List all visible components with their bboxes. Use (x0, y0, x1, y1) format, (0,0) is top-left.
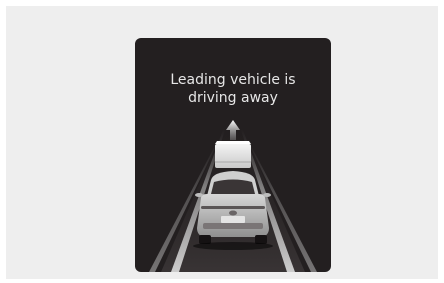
figure-frame: Leading vehicle is driving away (6, 6, 438, 279)
driving-scene (149, 120, 317, 272)
leading-vehicle-icon (215, 141, 251, 168)
cluster-display: Leading vehicle is driving away (135, 38, 331, 272)
